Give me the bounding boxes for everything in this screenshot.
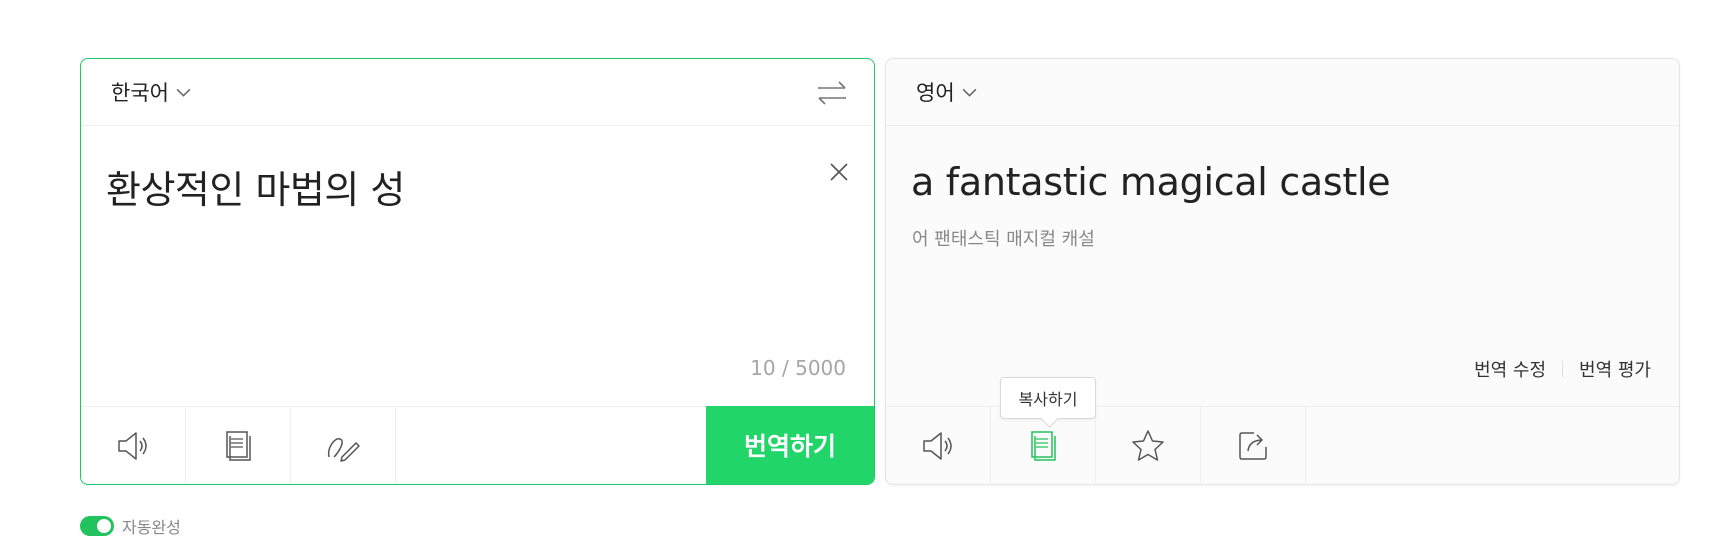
character-count: 10 / 5000 <box>750 356 846 380</box>
autocomplete-setting: 자동완성 <box>80 514 181 538</box>
source-copy-button[interactable] <box>186 407 291 484</box>
speaker-icon <box>923 431 952 460</box>
rate-translation-link[interactable]: 번역 평가 <box>1579 356 1651 382</box>
chevron-down-icon <box>176 88 191 97</box>
target-header: 영어 <box>886 59 1679 126</box>
chevron-down-icon <box>962 88 977 97</box>
star-icon <box>1132 429 1164 461</box>
copy-tooltip: 복사하기 <box>1000 377 1096 419</box>
autocomplete-toggle[interactable] <box>80 516 114 536</box>
translate-button[interactable]: 번역하기 <box>706 406 874 484</box>
handwriting-icon <box>327 437 360 462</box>
handwriting-button[interactable] <box>291 407 396 484</box>
close-icon[interactable] <box>826 159 852 185</box>
translation-result: a fantastic magical castle <box>911 160 1391 204</box>
speaker-icon <box>118 431 147 460</box>
copy-icon <box>1031 430 1056 461</box>
share-icon <box>1239 431 1267 460</box>
copy-icon <box>226 430 251 461</box>
pronunciation-text: 어 팬태스틱 매지컬 캐설 <box>912 229 1095 250</box>
favorite-button[interactable] <box>1096 407 1201 484</box>
target-listen-button[interactable] <box>886 407 991 484</box>
target-language-label: 영어 <box>916 81 955 105</box>
source-language-select[interactable]: 한국어 <box>111 78 192 106</box>
toggle-knob <box>97 519 111 533</box>
source-panel: 한국어 환상적인 마법의 성 10 / 5000 번역하기 <box>80 58 875 485</box>
share-button[interactable] <box>1201 407 1306 484</box>
swap-icon[interactable] <box>812 73 852 113</box>
autocomplete-label: 자동완성 <box>122 518 181 537</box>
source-header: 한국어 <box>81 59 874 126</box>
source-language-label: 한국어 <box>111 81 169 105</box>
edit-translation-link[interactable]: 번역 수정 <box>1474 356 1546 382</box>
source-listen-button[interactable] <box>81 407 186 484</box>
source-text-input[interactable]: 환상적인 마법의 성 <box>106 159 405 214</box>
target-panel: 영어 a fantastic magical castle 어 팬태스틱 매지컬… <box>885 58 1680 485</box>
feedback-links: 번역 수정 번역 평가 <box>1474 356 1651 382</box>
target-language-select[interactable]: 영어 <box>916 78 978 106</box>
link-divider <box>1562 361 1564 377</box>
